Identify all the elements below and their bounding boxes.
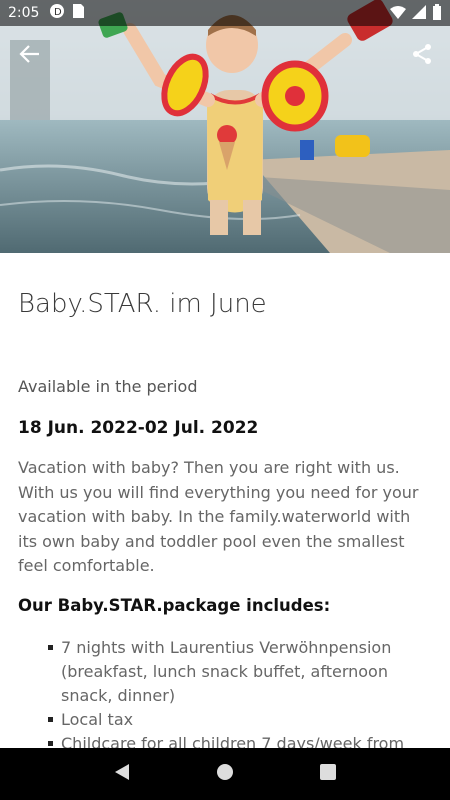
list-item: Childcare for all children 7 days/week f… <box>48 732 428 748</box>
nav-recents-icon <box>320 764 337 784</box>
offer-description: Vacation with baby? Then you are right w… <box>18 458 419 575</box>
status-bar: 2:05 D <box>0 0 450 26</box>
sd-card-icon <box>71 3 85 23</box>
svg-text:D: D <box>54 7 62 18</box>
offer-details: Baby.STAR. im June Available in the peri… <box>0 253 450 748</box>
back-button[interactable] <box>14 40 46 72</box>
nav-home-button[interactable] <box>213 762 237 786</box>
status-time: 2:05 <box>8 5 40 21</box>
nav-recents-button[interactable] <box>316 762 340 786</box>
app-bar <box>0 26 450 82</box>
arrow-left-icon <box>19 43 41 69</box>
share-icon <box>410 42 434 70</box>
list-item: 7 nights with Laurentius Verwöhnpension … <box>48 636 428 708</box>
list-item: Local tax <box>48 708 428 732</box>
page-title: Baby.STAR. im June <box>18 289 267 319</box>
package-heading: Our Baby.STAR.package includes: <box>18 596 331 615</box>
package-list: 7 nights with Laurentius Verwöhnpension … <box>48 636 428 748</box>
period-label: Available in the period <box>18 377 198 396</box>
notification-icon: D <box>49 3 65 23</box>
nav-back-button[interactable] <box>110 762 134 786</box>
share-button[interactable] <box>406 40 438 72</box>
period-value: 18 Jun. 2022-02 Jul. 2022 <box>18 418 259 438</box>
battery-icon <box>432 4 442 24</box>
wifi-icon <box>390 4 406 24</box>
nav-home-icon <box>216 763 234 785</box>
system-nav-bar <box>0 748 450 800</box>
nav-back-icon <box>113 763 131 785</box>
signal-icon <box>412 4 426 24</box>
